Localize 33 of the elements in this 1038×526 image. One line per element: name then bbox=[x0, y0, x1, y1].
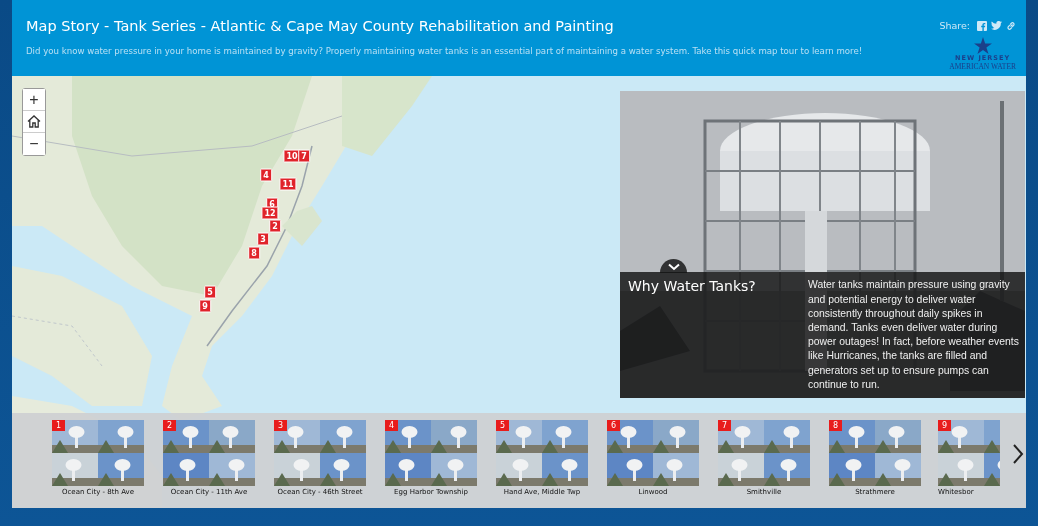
island bbox=[282, 206, 322, 246]
number-badge: 8 bbox=[829, 420, 843, 431]
chevron-icon bbox=[667, 263, 680, 272]
map-marker[interactable]: 4 bbox=[260, 168, 272, 182]
map-marker[interactable]: 9 bbox=[199, 299, 211, 313]
facebook-icon[interactable] bbox=[977, 20, 987, 31]
bird-icon[interactable] bbox=[991, 21, 1002, 30]
chevron-right-icon bbox=[1012, 443, 1024, 465]
number-badge: 3 bbox=[274, 420, 288, 431]
map-marker[interactable]: 5 bbox=[204, 285, 216, 299]
number-badge: 4 bbox=[385, 420, 399, 431]
zoom-in-button[interactable]: + bbox=[23, 89, 45, 111]
number-badge: 5 bbox=[496, 420, 510, 431]
map-marker[interactable]: 2 bbox=[269, 219, 281, 233]
number-badge: 2 bbox=[163, 420, 177, 431]
map-marker[interactable]: 10 bbox=[283, 149, 301, 163]
story-title: Map Story - Tank Series - Atlantic & Cape May County Rehabilitation and Painting bbox=[26, 18, 615, 34]
link-icon[interactable] bbox=[1006, 20, 1016, 31]
star-icon bbox=[973, 37, 992, 54]
caption-title: Why Water Tanks? bbox=[628, 278, 757, 297]
share-label: Share: bbox=[939, 20, 970, 31]
map-marker[interactable]: 11 bbox=[279, 177, 297, 191]
home-icon bbox=[27, 115, 41, 128]
number-badge: 1 bbox=[52, 420, 66, 431]
number-badge: 7 bbox=[718, 420, 732, 431]
map-marker[interactable]: 8 bbox=[248, 246, 260, 260]
map-marker[interactable]: 3 bbox=[257, 232, 269, 246]
map-marker[interactable]: 12 bbox=[261, 206, 279, 220]
story-description: Did you know water pressure in your home is maintained by gravity? Properly maintaining water tanks is an essential part of maintaining a water system. Take this quick map tour to learn more! bbox=[26, 46, 863, 56]
caption-text: Water tanks maintain pressure using gravity and potential energy to deliver water consistently throughout daily spikes in demand. Tanks even deliver water during power outages! In fact, before weather events like Hurricanes, the tanks are filled and generators set up to ensure pumps can continue to run. bbox=[808, 278, 1020, 392]
number-badge: 9 bbox=[938, 420, 952, 431]
map-marker[interactable]: 7 bbox=[298, 149, 310, 163]
number-badge: 6 bbox=[607, 420, 621, 431]
